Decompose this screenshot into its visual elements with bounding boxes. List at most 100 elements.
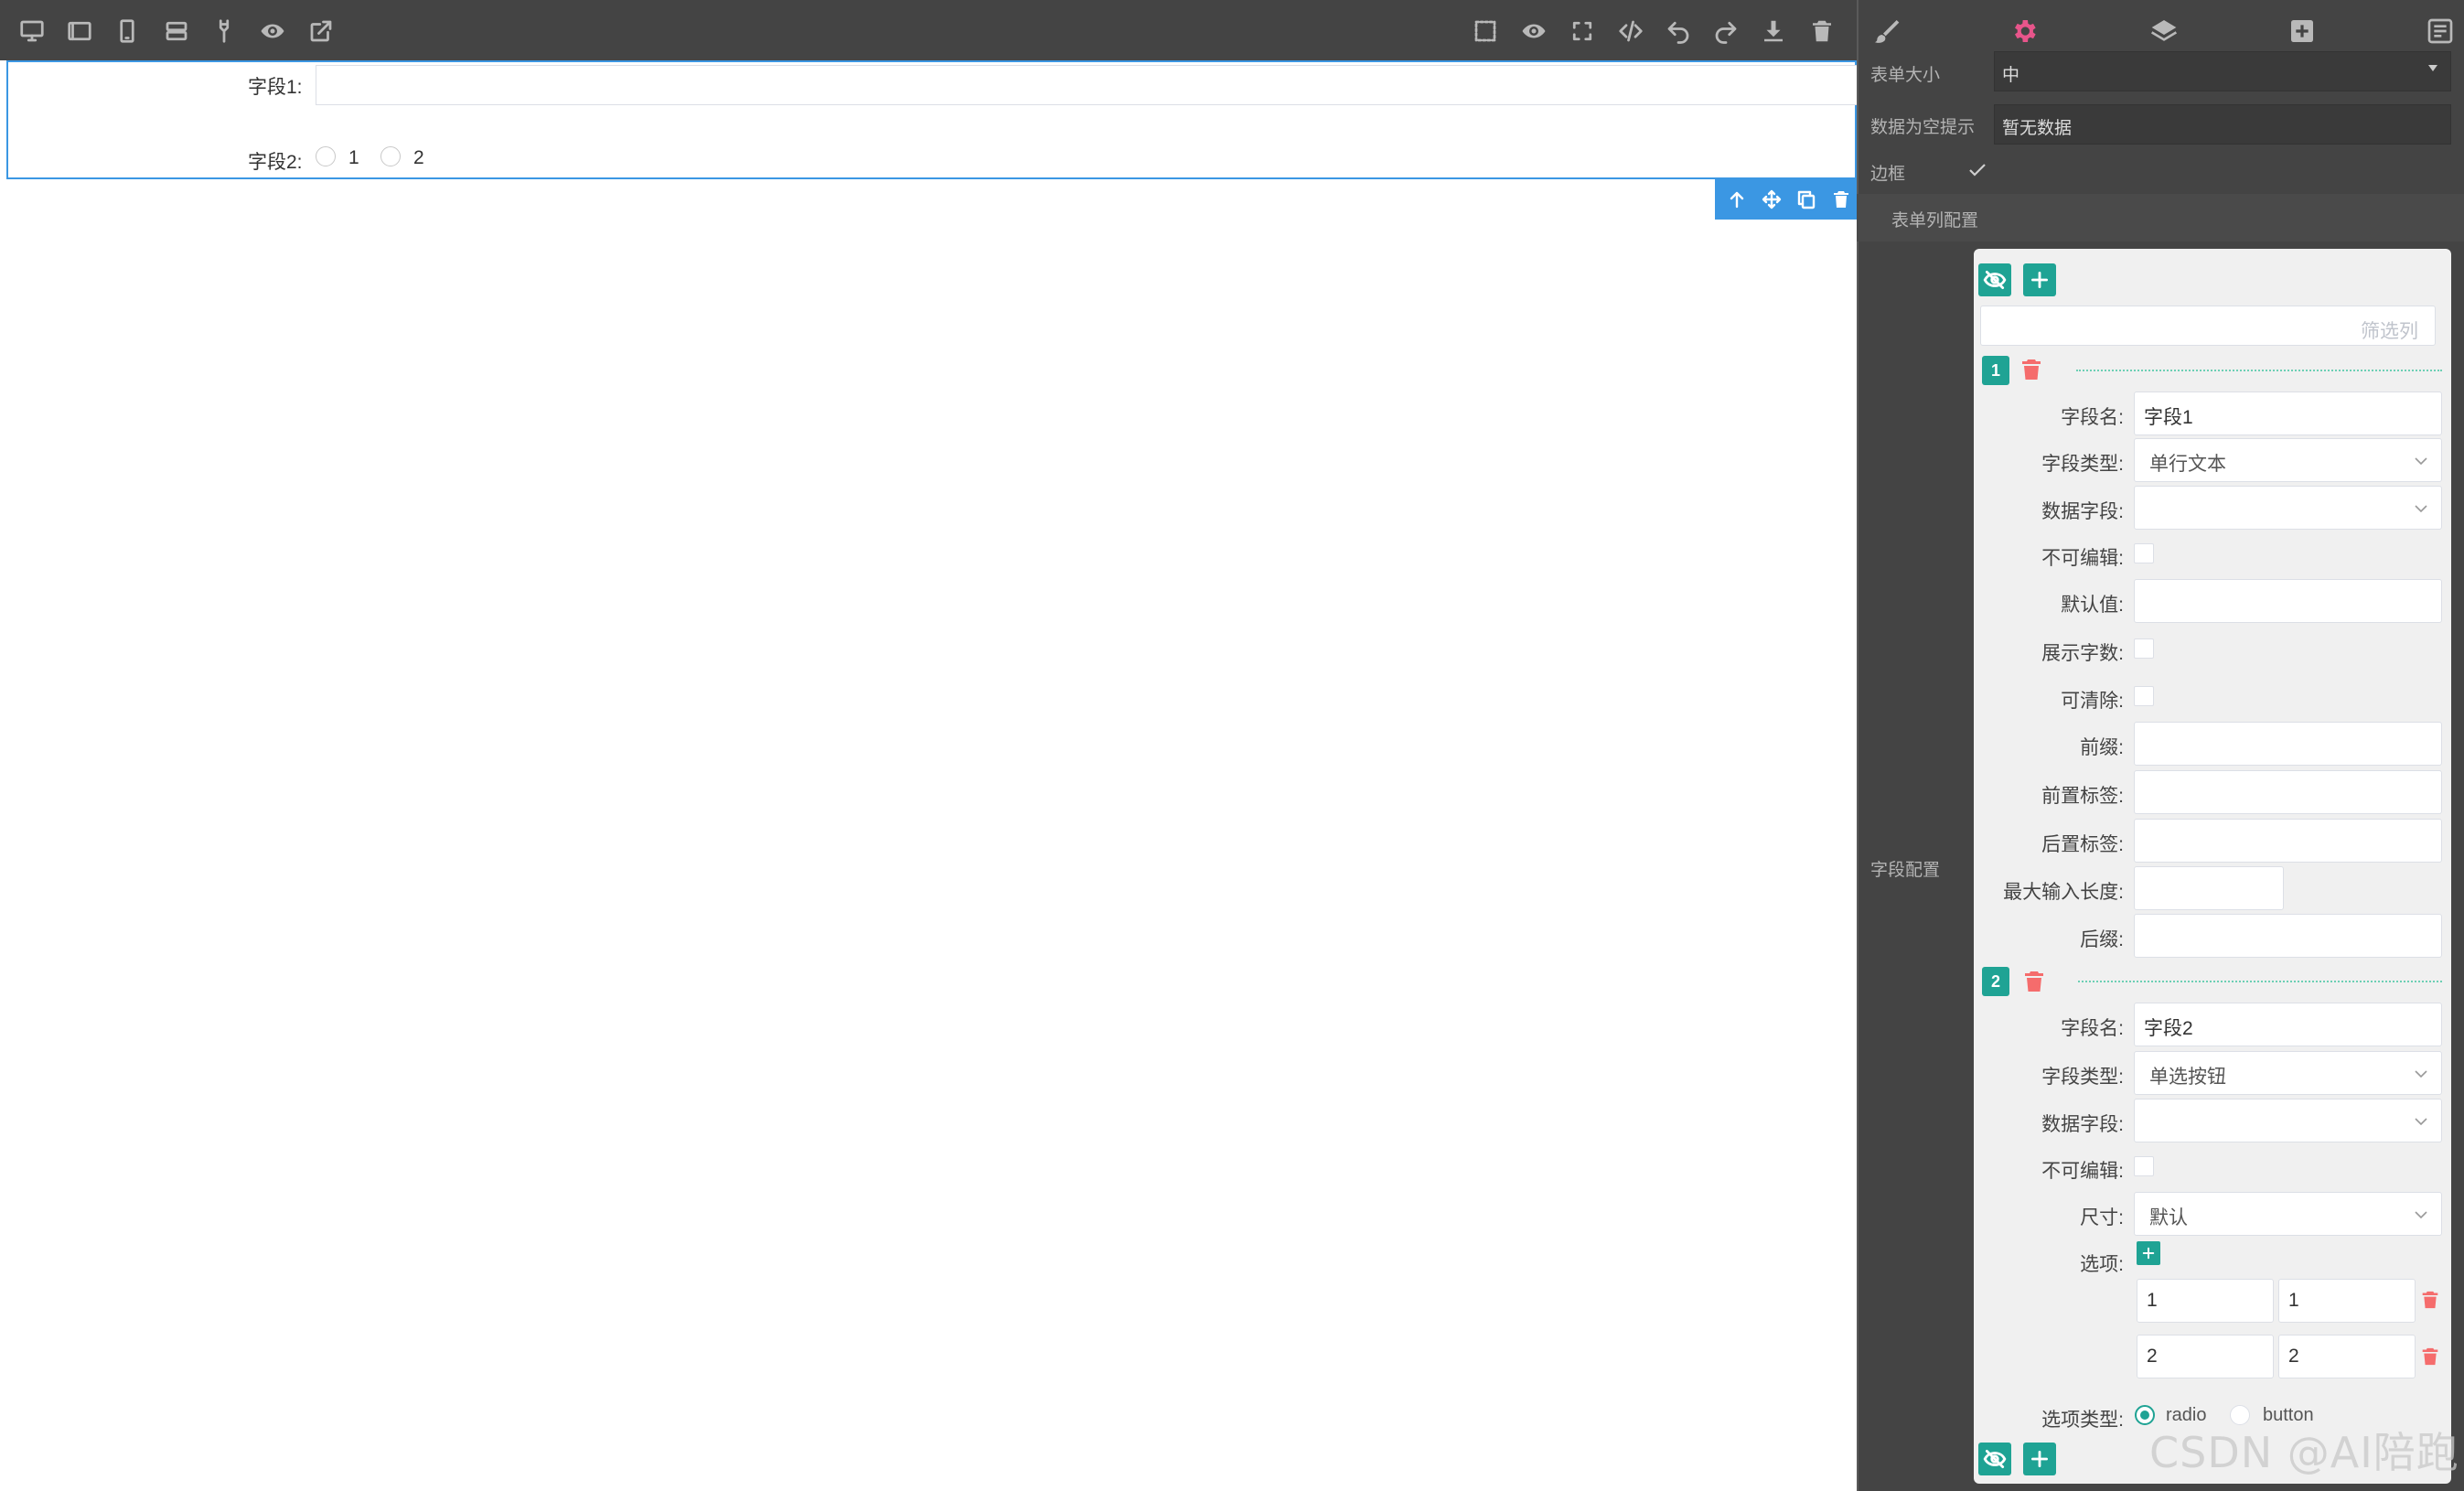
c1-data-field-select[interactable] <box>2134 486 2442 530</box>
monitor-icon[interactable] <box>16 16 48 47</box>
filter-placeholder: 筛选列 <box>2361 321 2418 342</box>
external-link-icon[interactable] <box>305 16 337 47</box>
c2-field-type-value: 单选按钮 <box>2149 1067 2226 1088</box>
arrow-up-icon[interactable] <box>1724 187 1750 212</box>
fullscreen-icon[interactable] <box>1567 16 1598 47</box>
column-1-badge: 1 <box>1982 356 2009 385</box>
watermark: CSDN @AI陪跑 <box>2149 1428 2459 1477</box>
c1-readonly-checkbox[interactable] <box>2134 543 2154 563</box>
field2-radio-1[interactable] <box>316 146 336 166</box>
layers-icon[interactable] <box>2147 14 2181 48</box>
code-icon[interactable] <box>1615 16 1646 47</box>
c2-readonly-checkbox[interactable] <box>2134 1156 2154 1176</box>
empty-text-input[interactable]: 暂无数据 <box>1994 104 2451 145</box>
copy-icon[interactable] <box>1794 187 1819 212</box>
tablet-landscape-icon[interactable] <box>64 16 95 47</box>
caret-down-icon <box>2428 65 2437 71</box>
field2-radio-1-label: 1 <box>348 147 359 168</box>
c1-append-label: 后置标签: <box>2041 834 2124 855</box>
c2-options-label: 选项: <box>2080 1254 2124 1275</box>
undo-icon[interactable] <box>1663 16 1694 47</box>
field-config-label: 字段配置 <box>1870 861 1941 880</box>
add-column-button[interactable] <box>2023 263 2056 296</box>
list-icon[interactable] <box>2423 14 2458 48</box>
border-label: 边框 <box>1870 165 1906 184</box>
form-size-value: 中 <box>2002 66 2020 85</box>
chevron-down-icon <box>2414 1207 2428 1222</box>
option-1-value-input[interactable]: 1 <box>2278 1279 2416 1323</box>
delete-option-1-trash-icon[interactable] <box>2421 1290 2439 1310</box>
redo-icon[interactable] <box>1710 16 1741 47</box>
option-2-value-input[interactable]: 2 <box>2278 1335 2416 1378</box>
column-2-badge: 2 <box>1982 967 2009 996</box>
chevron-down-icon <box>2414 1067 2428 1081</box>
delete-column-1-trash-icon[interactable] <box>2020 358 2042 381</box>
c1-field-name-input[interactable]: 字段1 <box>2134 392 2442 435</box>
trash-icon[interactable] <box>1806 16 1837 47</box>
c1-suffix-input[interactable] <box>2134 914 2442 958</box>
add-block-icon[interactable] <box>2285 14 2319 48</box>
c2-data-field-select[interactable] <box>2134 1099 2442 1142</box>
column-config-header: 表单列配置 <box>1857 194 2464 241</box>
chevron-down-icon <box>2414 501 2428 516</box>
c1-default-label: 默认值: <box>2061 595 2124 616</box>
c1-default-input[interactable] <box>2134 579 2442 623</box>
field2-radio-2[interactable] <box>380 146 401 166</box>
field1-input[interactable] <box>316 65 1859 105</box>
add-option-button[interactable] <box>2137 1241 2160 1265</box>
c1-clearable-label: 可清除: <box>2061 691 2124 712</box>
hide-columns-button-bottom[interactable] <box>1978 1443 2011 1475</box>
c1-clearable-checkbox[interactable] <box>2134 686 2154 706</box>
empty-text-label: 数据为空提示 <box>1870 118 1976 137</box>
c1-prefix-input[interactable] <box>2134 722 2442 766</box>
download-icon[interactable] <box>1758 16 1789 47</box>
c2-size-label: 尺寸: <box>2080 1207 2124 1228</box>
c1-field-type-value: 单行文本 <box>2149 454 2226 475</box>
design-canvas: 字段1: 字段2: 1 2 <box>0 60 1859 1491</box>
c1-suffix-label: 后缀: <box>2080 929 2124 950</box>
brush-icon[interactable] <box>209 16 240 47</box>
filter-columns-input[interactable]: 筛选列 <box>1980 306 2436 346</box>
option-1-label-input[interactable]: 1 <box>2137 1279 2274 1323</box>
layout-rows-icon[interactable] <box>161 16 192 47</box>
gear-icon[interactable] <box>2007 14 2041 48</box>
column-1-divider <box>2076 370 2442 371</box>
c2-field-name-input[interactable]: 字段2 <box>2134 1003 2442 1046</box>
c1-data-field-label: 数据字段: <box>2041 501 2124 522</box>
option-2-label-input[interactable]: 2 <box>2137 1335 2274 1378</box>
brush-icon[interactable] <box>1869 14 1904 48</box>
delete-option-2-trash-icon[interactable] <box>2421 1346 2439 1367</box>
c2-readonly-label: 不可编辑: <box>2041 1161 2124 1182</box>
c1-maxlength-input[interactable] <box>2134 866 2284 910</box>
c1-field-type-label: 字段类型: <box>2041 454 2124 475</box>
trash-icon[interactable] <box>1828 187 1854 212</box>
c1-append-input[interactable] <box>2134 819 2442 863</box>
mobile-icon[interactable] <box>112 16 143 47</box>
c2-field-type-select[interactable]: 单选按钮 <box>2134 1051 2442 1095</box>
hide-columns-button[interactable] <box>1978 263 2011 296</box>
eye-icon[interactable] <box>1518 16 1549 47</box>
c1-field-name-label: 字段名: <box>2061 407 2124 428</box>
form-size-select[interactable]: 中 <box>1994 51 2451 91</box>
form-size-label: 表单大小 <box>1870 66 1941 85</box>
field1-label: 字段1: <box>248 77 303 98</box>
block-tools <box>1715 179 1857 220</box>
c1-prepend-input[interactable] <box>2134 770 2442 814</box>
add-column-button-bottom[interactable] <box>2023 1443 2056 1475</box>
eye-icon[interactable] <box>257 16 288 47</box>
chevron-down-icon <box>2414 454 2428 468</box>
c2-field-name-label: 字段名: <box>2061 1018 2124 1039</box>
border-checkbox[interactable] <box>1966 159 1988 181</box>
field2-radio-2-label: 2 <box>413 147 424 168</box>
delete-column-2-trash-icon[interactable] <box>2023 970 2045 993</box>
select-box-icon[interactable] <box>1470 16 1501 47</box>
c1-prefix-label: 前缀: <box>2080 737 2124 758</box>
c1-show-count-checkbox[interactable] <box>2134 638 2154 659</box>
c1-field-type-select[interactable]: 单行文本 <box>2134 438 2442 482</box>
c2-size-select[interactable]: 默认 <box>2134 1192 2442 1236</box>
move-icon[interactable] <box>1759 187 1784 212</box>
form-block[interactable]: 字段1: 字段2: 1 2 <box>6 60 1859 179</box>
c2-field-type-label: 字段类型: <box>2041 1067 2124 1088</box>
c2-option-type-label: 选项类型: <box>2041 1410 2124 1431</box>
c1-show-count-label: 展示字数: <box>2041 643 2124 664</box>
